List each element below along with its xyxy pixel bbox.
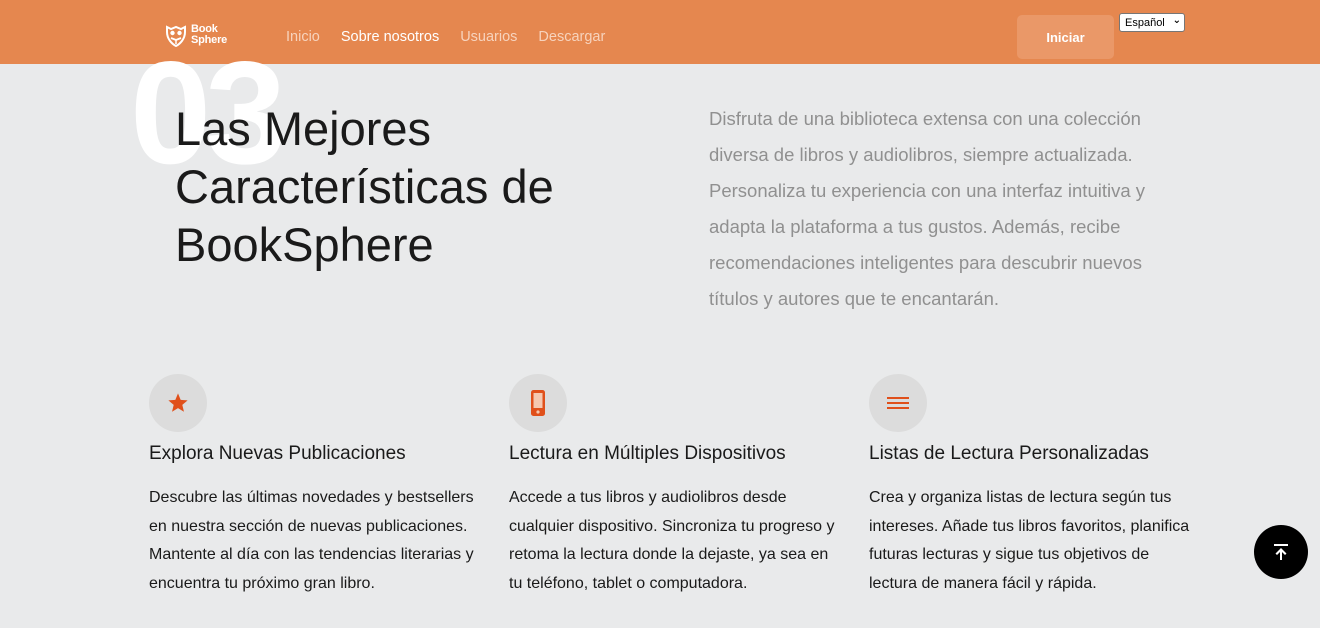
feature-card-reading-lists: Listas de Lectura Personalizadas Crea y … [869, 374, 1199, 592]
feature-icon-circle [149, 374, 207, 432]
login-button[interactable]: Iniciar [1017, 15, 1114, 59]
feature-title: Explora Nuevas Publicaciones [149, 443, 406, 464]
feature-title: Lectura en Múltiples Dispositivos [509, 443, 786, 464]
nav-link-inicio[interactable]: Inicio [286, 29, 320, 45]
chevron-down-icon: ⌄ [1172, 15, 1181, 26]
feature-title: Listas de Lectura Personalizadas [869, 443, 1149, 464]
feature-text: Accede a tus libros y audiolibros desde … [509, 489, 835, 593]
hero-title: Las Mejores Características de BookSpher… [175, 102, 554, 271]
mobile-phone-icon [531, 390, 545, 416]
star-icon [168, 393, 188, 412]
nav-link-sobre-nosotros[interactable]: Sobre nosotros [341, 29, 439, 45]
feature-icon-circle [509, 374, 567, 432]
main-nav: Inicio Sobre nosotros Usuarios Descargar [286, 29, 605, 45]
nav-link-usuarios[interactable]: Usuarios [460, 29, 517, 45]
feature-text: Crea y organiza listas de lectura según … [869, 489, 1190, 593]
language-selected-value: Español [1125, 16, 1165, 29]
feature-icon-circle [869, 374, 927, 432]
language-select[interactable]: Español ⌄ [1119, 13, 1185, 32]
arrow-up-to-line-icon [1274, 544, 1288, 560]
hero-description: Disfruta de una biblioteca extensa con u… [709, 108, 1146, 309]
feature-card-new-publications: Explora Nuevas Publicaciones Descubre la… [149, 374, 479, 592]
feature-text: Descubre las últimas novedades y bestsel… [149, 489, 474, 593]
list-icon [887, 397, 909, 409]
scroll-to-top-button[interactable] [1254, 525, 1308, 579]
nav-link-descargar[interactable]: Descargar [538, 29, 605, 45]
feature-card-multi-device: Lectura en Múltiples Dispositivos Accede… [509, 374, 839, 592]
